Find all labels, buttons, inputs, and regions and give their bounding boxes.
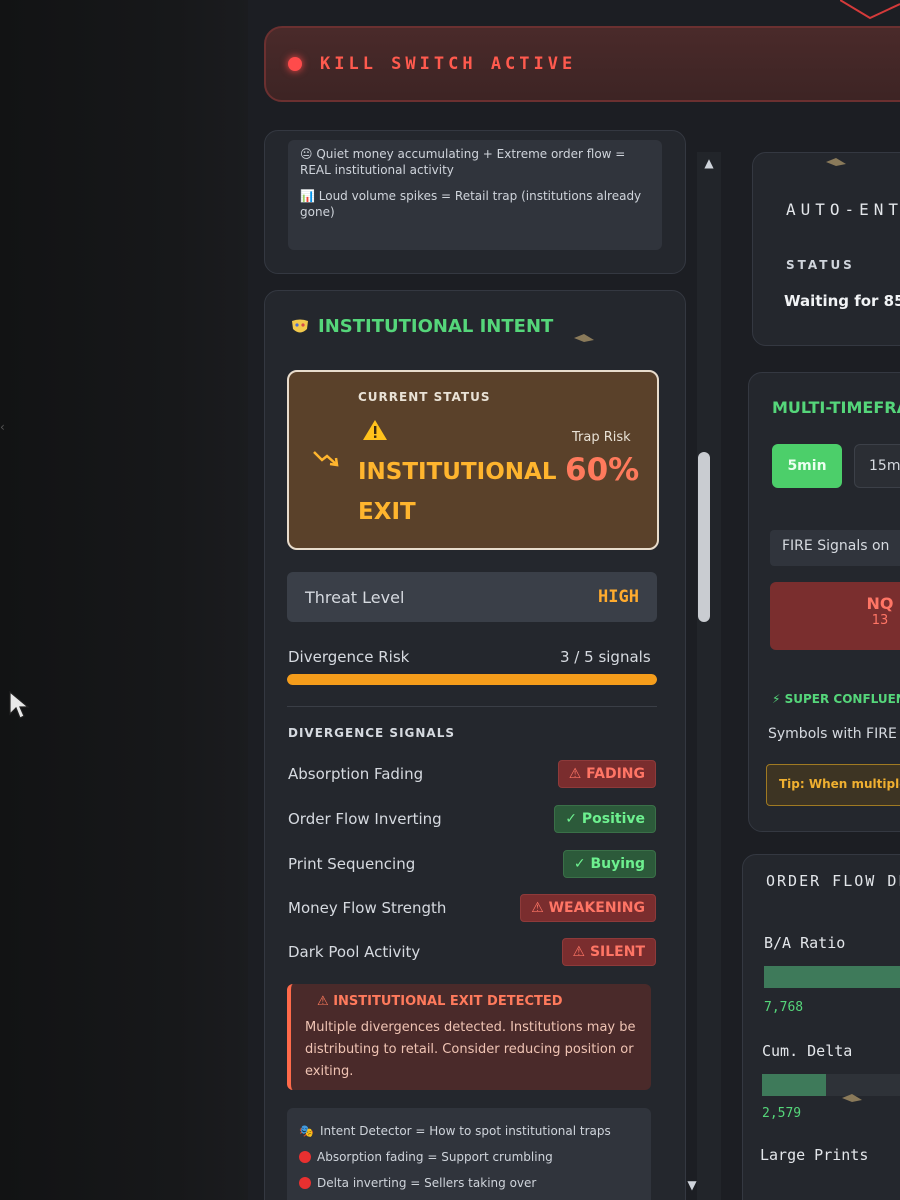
trend-down-icon [313, 451, 339, 467]
signal-badge: ⚠ WEAKENING [520, 894, 656, 922]
mouse-cursor-icon [9, 690, 30, 719]
order-flow-title: ORDER FLOW DE [766, 872, 900, 890]
legend-item: Absorption fading = Support crumbling [299, 1144, 639, 1170]
large-prints-label: Large Prints [760, 1146, 869, 1164]
auto-entry-status-label: STATUS [786, 258, 855, 272]
tab-5min[interactable]: 5min [772, 444, 842, 488]
symbols-with-fire-label: Symbols with FIRE [768, 726, 897, 742]
kill-switch-status-dot [288, 57, 302, 71]
auto-entry-card [752, 152, 900, 346]
divergence-risk-label: Divergence Risk [288, 648, 410, 666]
notes-box: 😐 Quiet money accumulating + Extreme ord… [288, 140, 662, 250]
note-line-2: 📊 Loud volume spikes = Retail trap (inst… [300, 189, 642, 219]
threat-level-label: Threat Level [305, 587, 405, 607]
intent-title-text: INSTITUTIONAL INTENT [318, 316, 554, 337]
alert-body: Multiple divergences detected. Instituti… [305, 1020, 636, 1079]
alert-title: ⚠ INSTITUTIONAL EXIT DETECTED [317, 994, 563, 1009]
signal-row: Money Flow Strength ⚠ WEAKENING [288, 892, 656, 924]
symbol-card-nq[interactable]: NQ 13 [770, 582, 900, 650]
divergence-risk-bar-fill [287, 674, 657, 685]
symbol-count: 13 [871, 613, 889, 628]
moth-icon [574, 334, 594, 342]
threat-level-row: Threat Level HIGH [287, 572, 657, 622]
status-line-2: EXIT [358, 499, 416, 525]
section-divider [287, 706, 657, 707]
ba-ratio-label: B/A Ratio [764, 934, 846, 952]
signal-name: Print Sequencing [288, 855, 416, 873]
threat-level-value: HIGH [598, 587, 639, 607]
cum-delta-value: 2,579 [762, 1106, 802, 1121]
signal-badge: ⚠ FADING [557, 760, 656, 788]
signal-row: Print Sequencing ✓ Buying [288, 848, 656, 880]
signal-name: Order Flow Inverting [288, 810, 442, 828]
signal-name: Dark Pool Activity [288, 943, 421, 961]
ba-ratio-bar [764, 966, 900, 988]
signal-badge: ⚠ SILENT [561, 938, 656, 966]
signal-badge: ✓ Buying [562, 850, 656, 878]
mask-icon [292, 319, 308, 332]
legend-item-text: Delta inverting = Sellers taking over [317, 1176, 537, 1190]
red-dot-icon [299, 1151, 311, 1163]
signal-row: Dark Pool Activity ⚠ SILENT [288, 936, 656, 968]
divergence-risk-value: 3 / 5 signals [560, 648, 651, 666]
symbol-name: NQ [866, 594, 894, 613]
intent-detector-legend: 🎭 Intent Detector = How to spot institut… [287, 1108, 651, 1200]
status-value: INSTITUTIONAL EXIT [358, 452, 558, 532]
note-line-1: 😐 Quiet money accumulating + Extreme ord… [300, 147, 626, 177]
super-confluence-label: ⚡ SUPER CONFLUEN [772, 692, 900, 706]
institutional-exit-alert: ⚠ INSTITUTIONAL EXIT DETECTED Multiple d… [287, 984, 651, 1090]
signal-row: Absorption Fading ⚠ FADING [288, 758, 656, 790]
cum-delta-bar [762, 1074, 900, 1096]
monitor-bezel: ‹ [0, 0, 250, 1200]
auto-entry-status-value: Waiting for 85+ [784, 292, 900, 310]
intent-title: INSTITUTIONAL INTENT [290, 316, 553, 337]
kill-switch-label: KILL SWITCH ACTIVE [320, 54, 577, 74]
trap-risk-value: 60% [565, 452, 640, 488]
trap-risk-label: Trap Risk [572, 430, 631, 445]
top-accent-icon [840, 0, 900, 20]
fire-signals-label: FIRE Signals on [770, 530, 900, 566]
red-dot-icon [299, 1177, 311, 1189]
scrollbar-track[interactable] [697, 152, 721, 1200]
cum-delta-bar-fill [762, 1074, 826, 1096]
status-line-1: INSTITUTIONAL [358, 459, 557, 485]
kill-switch-banner[interactable]: KILL SWITCH ACTIVE [264, 26, 900, 102]
moth-icon [826, 158, 846, 166]
ba-ratio-value: 7,768 [764, 1000, 804, 1015]
legend-title: Intent Detector = How to spot institutio… [319, 1124, 611, 1138]
mask-icon: 🎭 [299, 1124, 314, 1138]
cum-delta-label: Cum. Delta [762, 1042, 853, 1060]
multi-timeframe-title: MULTI-TIMEFRA [772, 398, 900, 417]
moth-icon [842, 1094, 862, 1102]
signal-row: Order Flow Inverting ✓ Positive [288, 803, 656, 835]
scroll-up-arrow-icon[interactable]: ▲ [700, 156, 718, 172]
current-status-label: CURRENT STATUS [358, 390, 491, 404]
signal-name: Absorption Fading [288, 765, 424, 783]
ba-ratio-bar-fill [764, 966, 900, 988]
tab-15min[interactable]: 15m [854, 444, 900, 488]
legend-item: Delta inverting = Sellers taking over [299, 1170, 639, 1196]
legend-title-row: 🎭 Intent Detector = How to spot institut… [299, 1118, 639, 1144]
auto-entry-title: AUTO-ENT [786, 200, 900, 219]
signal-name: Money Flow Strength [288, 899, 447, 917]
warning-icon [363, 420, 387, 440]
scroll-down-arrow-icon[interactable]: ▼ [683, 1178, 701, 1194]
legend-item-text: Absorption fading = Support crumbling [317, 1150, 553, 1164]
scrollbar-thumb[interactable] [698, 452, 710, 622]
divergence-risk-bar [287, 674, 657, 685]
bezel-mark: ‹ [0, 420, 5, 434]
tip-box: Tip: When multiple [766, 764, 900, 806]
signal-badge: ✓ Positive [554, 805, 656, 833]
alert-title-text: INSTITUTIONAL EXIT DETECTED [333, 994, 563, 1009]
divergence-signals-header: DIVERGENCE SIGNALS [288, 726, 455, 740]
